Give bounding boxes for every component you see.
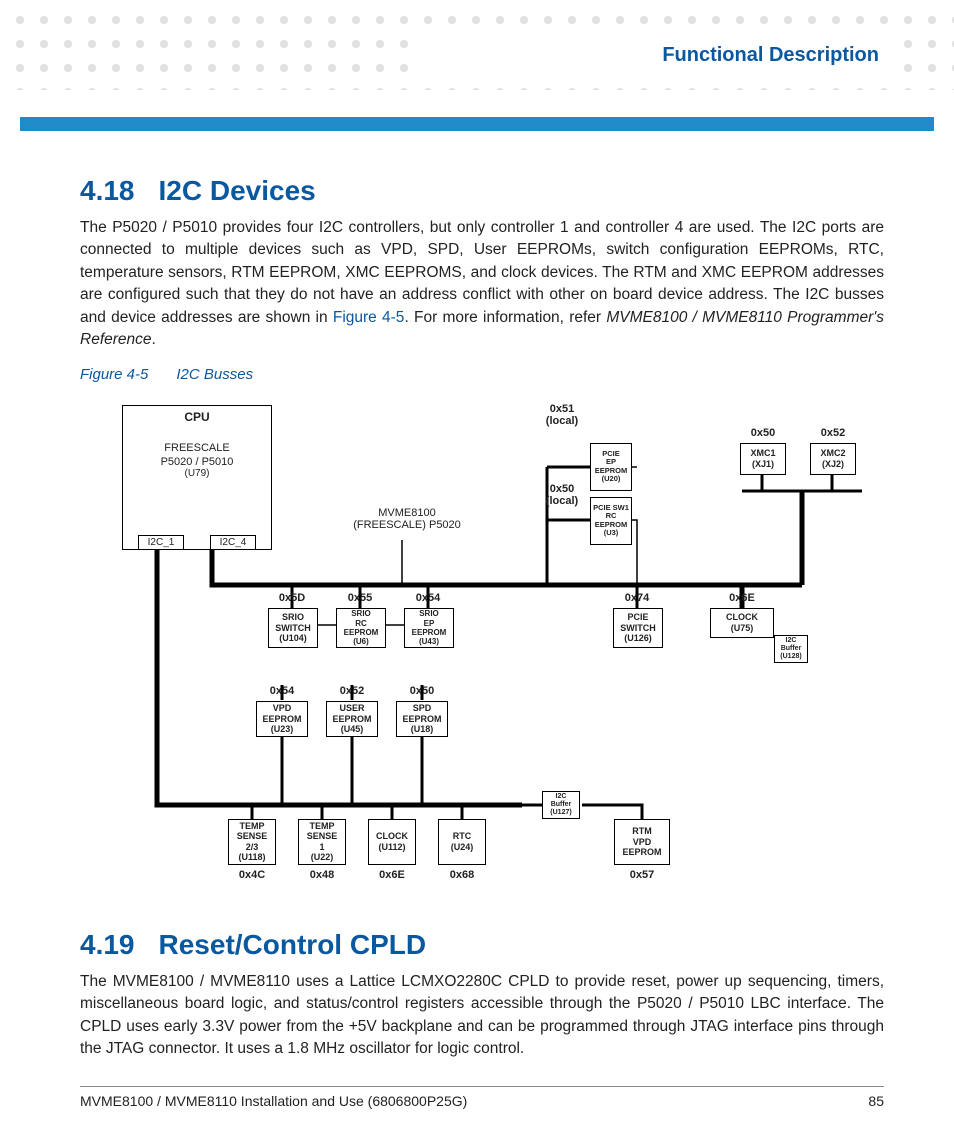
cpu-vendor: FREESCALE <box>123 442 271 454</box>
section-4-19-heading: 4.19 Reset/Control CPLD <box>80 929 884 961</box>
xmc1-box: XMC1(XJ1) <box>740 443 786 475</box>
center-label-2: (FREESCALE) P5020 <box>353 519 461 531</box>
page-footer: MVME8100 / MVME8110 Installation and Use… <box>80 1086 884 1109</box>
pcie-switch-addr: 0x74 <box>612 592 662 604</box>
user-box: USEREEPROM(U45) <box>326 701 378 737</box>
rtc-addr: 0x68 <box>437 869 487 881</box>
header-rule <box>20 117 934 131</box>
cpu-refdes: (U79) <box>123 468 271 479</box>
vpd-addr: 0x54 <box>257 685 307 697</box>
srio-rc-addr: 0x55 <box>335 592 385 604</box>
rtm-addr: 0x57 <box>617 869 667 881</box>
xmc2-box: XMC2(XJ2) <box>810 443 856 475</box>
section-4-19-number: 4.19 <box>80 929 135 960</box>
temp1-addr: 0x48 <box>297 869 347 881</box>
xmc1-addr: 0x50 <box>738 427 788 439</box>
i2c4-port: I2C_4 <box>210 535 256 550</box>
clock-box: CLOCK(U75) <box>710 608 774 638</box>
section-4-18-paragraph: The P5020 / P5010 provides four I2C cont… <box>80 217 884 352</box>
header-title: Functional Description <box>662 44 879 67</box>
section-4-18-number: 4.18 <box>80 175 135 206</box>
spd-addr: 0x50 <box>397 685 447 697</box>
spd-box: SPDEEPROM(U18) <box>396 701 448 737</box>
addr-text: 0x51 <box>550 403 574 415</box>
footer-doc-title: MVME8100 / MVME8110 Installation and Use… <box>80 1093 467 1109</box>
center-label-1: MVME8100 <box>378 507 435 519</box>
rtm-box: RTMVPDEEPROM <box>614 819 670 865</box>
pcie-sw-rc-eeprom-box: PCIE SW1RCEEPROM(U3) <box>590 497 632 545</box>
cpu-part: P5020 / P5010 <box>123 456 271 468</box>
pcie-switch-box: PCIESWITCH(U126) <box>613 608 663 648</box>
temp23-addr: 0x4C <box>227 869 277 881</box>
figure-4-5-caption: Figure 4-5 I2C Busses <box>80 366 884 383</box>
user-addr: 0x52 <box>327 685 377 697</box>
addr-local: (local) <box>546 495 578 507</box>
clock-addr: 0x6E <box>717 592 767 604</box>
cpu-block: CPU FREESCALE P5020 / P5010 (U79) I2C_1 … <box>122 405 272 550</box>
pcie-ep-eeprom-box: PCIEEPEEPROM(U20) <box>590 443 632 491</box>
cpu-title: CPU <box>123 410 271 424</box>
i2c-busses-diagram: CPU FREESCALE P5020 / P5010 (U79) I2C_1 … <box>102 395 862 905</box>
rtc-box: RTC(U24) <box>438 819 486 865</box>
vpd-box: VPDEEPROM(U23) <box>256 701 308 737</box>
center-label: MVME8100 (FREESCALE) P5020 <box>332 507 482 531</box>
footer-page-number: 85 <box>868 1093 884 1109</box>
i2c1-port: I2C_1 <box>138 535 184 550</box>
section-4-18-title: I2C Devices <box>159 175 316 206</box>
addr-text: 0x50 <box>550 483 574 495</box>
xmc2-addr: 0x52 <box>808 427 858 439</box>
figure-title: I2C Busses <box>176 366 253 383</box>
temp1-box: TEMPSENSE1(U22) <box>298 819 346 865</box>
section-4-19-title: Reset/Control CPLD <box>159 929 427 960</box>
clock112-addr: 0x6E <box>367 869 417 881</box>
i2c-buffer-128-box: I2CBuffer(U128) <box>774 635 808 663</box>
clock112-box: CLOCK(U112) <box>368 819 416 865</box>
srio-ep-addr: 0x54 <box>403 592 453 604</box>
para-text-b: . For more information, refer <box>404 309 606 326</box>
srio-switch-addr: 0x5D <box>267 592 317 604</box>
srio-switch-box: SRIOSWITCH(U104) <box>268 608 318 648</box>
srio-rc-box: SRIORCEEPROM(U6) <box>336 608 386 648</box>
pcie-sw-addr: 0x50 (local) <box>532 483 592 507</box>
i2c-buffer-127-box: I2CBuffer(U127) <box>542 791 580 819</box>
section-4-19-paragraph: The MVME8100 / MVME8110 uses a Lattice L… <box>80 971 884 1061</box>
section-4-18-heading: 4.18 I2C Devices <box>80 175 884 207</box>
temp23-box: TEMPSENSE2/3(U118) <box>228 819 276 865</box>
para-text-c: . <box>152 331 156 348</box>
pcie-ep-addr: 0x51 (local) <box>532 403 592 427</box>
addr-local: (local) <box>546 415 578 427</box>
figure-4-5-link[interactable]: Figure 4-5 <box>333 309 405 326</box>
figure-number: Figure 4-5 <box>80 366 148 383</box>
srio-ep-box: SRIOEPEEPROM(U43) <box>404 608 454 648</box>
